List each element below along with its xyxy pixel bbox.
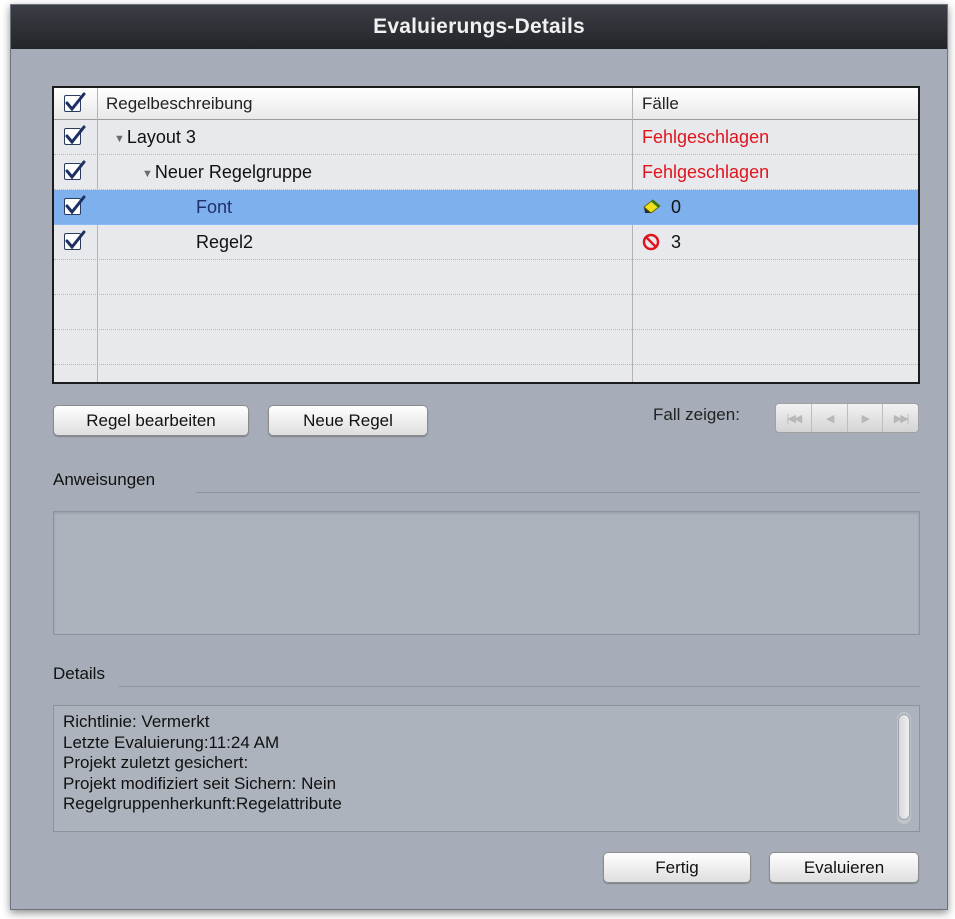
previous-case-icon[interactable]: ◀ [812, 404, 848, 432]
table-row[interactable]: Regel2 3 [54, 225, 918, 260]
column-header-description[interactable]: Regelbeschreibung [106, 88, 253, 119]
status-failed: Fehlgeschlagen [642, 127, 770, 147]
row-checkbox[interactable] [64, 160, 86, 180]
table-row-selected[interactable]: Font 0 [54, 190, 918, 225]
details-box: Richtlinie: Vermerkt Letzte Evaluierung:… [53, 705, 920, 832]
pencil-warning-icon [643, 199, 661, 214]
row-label: Layout 3 [126, 127, 196, 147]
case-count: 3 [671, 232, 682, 252]
details-text: Richtlinie: Vermerkt Letzte Evaluierung:… [63, 712, 342, 815]
done-button[interactable]: Fertig [603, 852, 751, 883]
details-line: Letzte Evaluierung:11:24 AM [63, 732, 280, 752]
empty-row [54, 295, 918, 330]
new-rule-button[interactable]: Neue Regel [268, 405, 428, 436]
rules-table: Regelbeschreibung Fälle ▼ Layout 3 Fehlge… [52, 86, 920, 384]
row-checkbox[interactable] [64, 195, 86, 215]
details-line: Richtlinie: Vermerkt [63, 712, 210, 731]
row-checkbox[interactable] [64, 125, 86, 145]
details-heading: Details [53, 664, 105, 683]
instructions-heading: Anweisungen [53, 470, 156, 489]
edit-rule-button[interactable]: Regel bearbeiten [53, 405, 249, 436]
details-scrollbar[interactable] [897, 712, 911, 824]
status-failed: Fehlgeschlagen [642, 162, 770, 182]
last-case-icon[interactable]: ▶▶| [883, 404, 918, 432]
details-line: Regelgruppenherkunft:Regelattribute [63, 794, 342, 813]
scrollbar-thumb[interactable] [898, 714, 910, 820]
table-row[interactable]: ▼ Neuer Regelgruppe Fehlgeschlagen [54, 155, 918, 190]
empty-row [54, 260, 918, 295]
empty-row [54, 330, 918, 365]
select-all-checkbox[interactable] [64, 92, 86, 112]
case-navigation: |◀◀ ◀ ▶ ▶▶| [775, 403, 919, 433]
details-line: Projekt modifiziert seit Sichern: Nein [63, 773, 337, 793]
divider [196, 492, 920, 493]
table-row[interactable]: ▼ Layout 3 Fehlgeschlagen [54, 120, 918, 155]
row-checkbox[interactable] [64, 230, 86, 250]
disclosure-triangle-icon[interactable]: ▼ [142, 168, 153, 180]
row-label: Neuer Regelgruppe [154, 162, 312, 182]
table-header: Regelbeschreibung Fälle [54, 88, 918, 120]
divider [119, 686, 920, 687]
row-label: Font [196, 197, 233, 217]
show-case-label: Fall zeigen: [653, 405, 740, 424]
row-label: Regel2 [196, 232, 254, 252]
window-title: Evaluierungs-Details [11, 5, 947, 49]
evaluate-button[interactable]: Evaluieren [769, 852, 919, 883]
empty-row [54, 365, 918, 382]
evaluation-details-dialog: Evaluierungs-Details Regelbeschreibung F… [10, 4, 948, 910]
instructions-box [53, 511, 920, 635]
disclosure-triangle-icon[interactable]: ▼ [114, 133, 125, 145]
case-count: 0 [671, 197, 682, 217]
column-header-cases[interactable]: Fälle [642, 88, 679, 119]
prohibited-icon [642, 233, 660, 251]
next-case-icon[interactable]: ▶ [848, 404, 884, 432]
first-case-icon[interactable]: |◀◀ [776, 404, 812, 432]
details-line: Projekt zuletzt gesichert: [63, 753, 249, 772]
